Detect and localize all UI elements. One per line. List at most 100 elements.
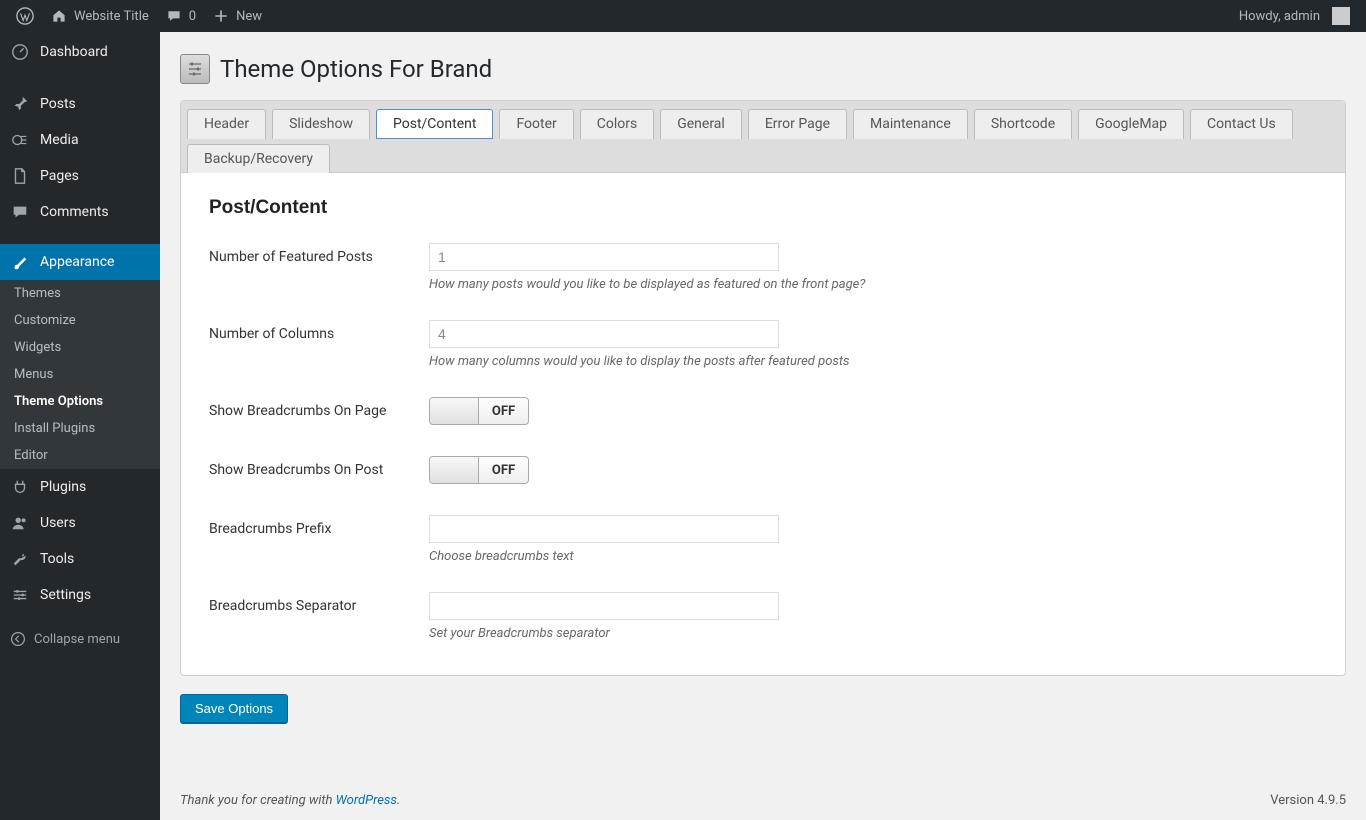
wordpress-link[interactable]: WordPress	[336, 793, 397, 808]
save-button[interactable]: Save Options	[180, 694, 288, 723]
help-text: How many posts would you like to be disp…	[429, 277, 1317, 292]
collapse-icon	[10, 631, 26, 647]
page-icon	[10, 166, 30, 186]
field-breadcrumbs-post: Show Breadcrumbs On Post OFF	[209, 456, 1317, 487]
field-label: Show Breadcrumbs On Page	[209, 397, 429, 419]
plug-icon	[10, 477, 30, 497]
menu-label: Comments	[40, 204, 109, 220]
site-title: Website Title	[74, 9, 149, 24]
breadcrumbs-post-toggle[interactable]: OFF	[429, 456, 529, 484]
field-label: Breadcrumbs Separator	[209, 592, 429, 614]
version-text: Version 4.9.5	[1270, 793, 1346, 808]
menu-label: Plugins	[40, 479, 86, 495]
options-icon	[180, 54, 210, 84]
menu-comments[interactable]: Comments	[0, 194, 160, 230]
wp-logo[interactable]	[8, 0, 42, 32]
submenu-customize[interactable]: Customize	[0, 307, 160, 334]
page-title: Theme Options For Brand	[220, 55, 492, 83]
tab-post-content[interactable]: Post/Content	[376, 109, 493, 139]
users-icon	[10, 513, 30, 533]
menu-posts[interactable]: Posts	[0, 86, 160, 122]
submenu-widgets[interactable]: Widgets	[0, 334, 160, 361]
menu-label: Settings	[40, 587, 91, 603]
field-breadcrumbs-prefix: Breadcrumbs Prefix Choose breadcrumbs te…	[209, 515, 1317, 564]
field-label: Number of Columns	[209, 320, 429, 342]
field-label: Number of Featured Posts	[209, 243, 429, 265]
menu-label: Tools	[40, 551, 74, 567]
breadcrumbs-separator-input[interactable]	[429, 592, 779, 620]
site-link[interactable]: Website Title	[42, 0, 157, 32]
tab-backup-recovery[interactable]: Backup/Recovery	[187, 144, 330, 173]
field-columns: Number of Columns How many columns would…	[209, 320, 1317, 369]
tab-slideshow[interactable]: Slideshow	[272, 109, 370, 139]
admin-sidebar: Dashboard Posts Media Pages Comments	[0, 32, 160, 820]
submenu-themes[interactable]: Themes	[0, 280, 160, 307]
submenu-menus[interactable]: Menus	[0, 361, 160, 388]
account-link[interactable]: Howdy, admin	[1231, 0, 1358, 32]
comments-link[interactable]: 0	[157, 0, 204, 32]
breadcrumbs-prefix-input[interactable]	[429, 515, 779, 543]
toggle-state: OFF	[479, 457, 528, 483]
admin-bar: Website Title 0 New Howdy, admin	[0, 0, 1366, 32]
menu-label: Pages	[40, 168, 79, 184]
avatar	[1332, 7, 1350, 25]
field-breadcrumbs-separator: Breadcrumbs Separator Set your Breadcrum…	[209, 592, 1317, 641]
options-panel: HeaderSlideshowPost/ContentFooterColorsG…	[180, 100, 1346, 676]
brush-icon	[10, 252, 30, 272]
toggle-handle	[430, 398, 479, 424]
collapse-label: Collapse menu	[34, 632, 120, 647]
menu-label: Appearance	[40, 254, 114, 270]
tab-error-page[interactable]: Error Page	[748, 109, 847, 139]
tab-header[interactable]: Header	[187, 109, 266, 139]
tab-colors[interactable]: Colors	[580, 109, 654, 139]
help-text: Set your Breadcrumbs separator	[429, 626, 1317, 641]
howdy-text: Howdy, admin	[1239, 9, 1320, 24]
sliders-icon	[10, 585, 30, 605]
featured-posts-input[interactable]	[429, 243, 779, 271]
menu-plugins[interactable]: Plugins	[0, 469, 160, 505]
menu-tools[interactable]: Tools	[0, 541, 160, 577]
submenu-editor[interactable]: Editor	[0, 442, 160, 469]
tab-contact-us[interactable]: Contact Us	[1190, 109, 1293, 139]
submenu-install-plugins[interactable]: Install Plugins	[0, 415, 160, 442]
menu-dashboard[interactable]: Dashboard	[0, 32, 160, 72]
tab-general[interactable]: General	[660, 109, 742, 139]
menu-settings[interactable]: Settings	[0, 577, 160, 613]
pin-icon	[10, 94, 30, 114]
admin-footer: Thank you for creating with WordPress. V…	[180, 775, 1346, 820]
menu-label: Posts	[40, 96, 76, 112]
comment-icon	[165, 7, 183, 25]
collapse-menu[interactable]: Collapse menu	[0, 621, 160, 657]
wordpress-icon	[16, 7, 34, 25]
menu-users[interactable]: Users	[0, 505, 160, 541]
menu-label: Users	[40, 515, 76, 531]
new-label: New	[236, 9, 262, 24]
submenu-theme-options[interactable]: Theme Options	[0, 388, 160, 415]
menu-pages[interactable]: Pages	[0, 158, 160, 194]
plus-icon	[212, 7, 230, 25]
menu-appearance[interactable]: Appearance	[0, 244, 160, 280]
wrench-icon	[10, 549, 30, 569]
toggle-handle	[430, 457, 479, 483]
tabs: HeaderSlideshowPost/ContentFooterColorsG…	[181, 101, 1345, 173]
media-icon	[10, 130, 30, 150]
help-text: Choose breadcrumbs text	[429, 549, 1317, 564]
tab-shortcode[interactable]: Shortcode	[974, 109, 1072, 139]
new-content-link[interactable]: New	[204, 0, 270, 32]
menu-media[interactable]: Media	[0, 122, 160, 158]
tab-footer[interactable]: Footer	[499, 109, 573, 139]
help-text: How many columns would you like to displ…	[429, 354, 1317, 369]
footer-thankyou: Thank you for creating with	[180, 793, 336, 808]
comments-count: 0	[189, 9, 196, 24]
columns-input[interactable]	[429, 320, 779, 348]
breadcrumbs-page-toggle[interactable]: OFF	[429, 397, 529, 425]
field-featured-posts: Number of Featured Posts How many posts …	[209, 243, 1317, 292]
comment-icon	[10, 202, 30, 222]
field-label: Show Breadcrumbs On Post	[209, 456, 429, 478]
tab-maintenance[interactable]: Maintenance	[853, 109, 968, 139]
main-content: Theme Options For Brand HeaderSlideshowP…	[160, 32, 1366, 820]
section-title: Post/Content	[209, 197, 1317, 219]
toggle-state: OFF	[479, 398, 528, 424]
menu-label: Media	[40, 132, 79, 148]
tab-googlemap[interactable]: GoogleMap	[1078, 109, 1184, 139]
